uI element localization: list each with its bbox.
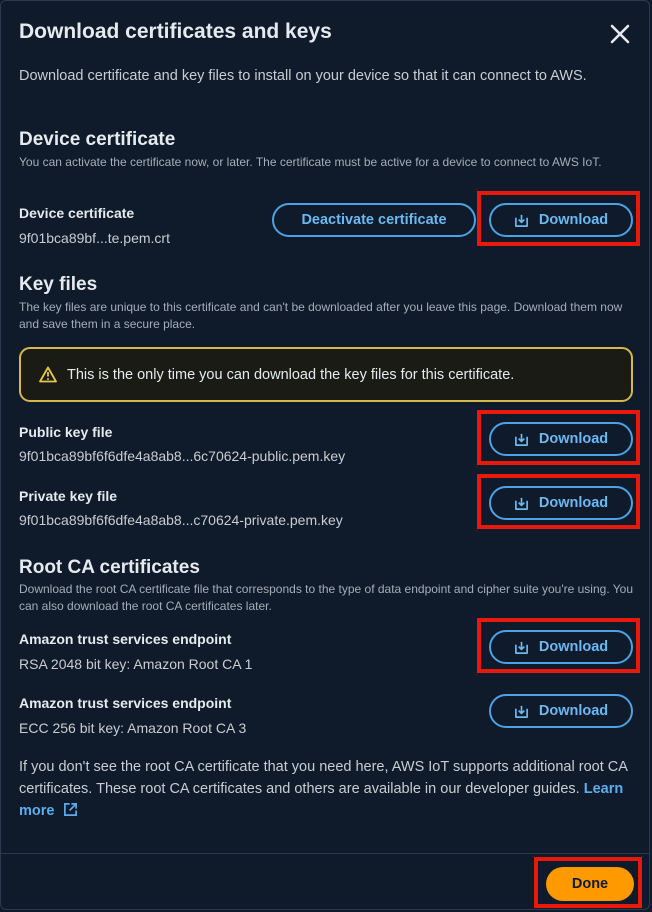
external-link-icon <box>63 802 78 824</box>
done-button[interactable]: Done <box>546 867 634 901</box>
done-label: Done <box>571 876 609 892</box>
modal-intro: Download certificate and key files to in… <box>19 68 587 84</box>
warning-alert-text: This is the only time you can download t… <box>67 366 515 383</box>
ecc-key-value: ECC 256 bit key: Amazon Root CA 3 <box>19 720 247 736</box>
device-certificate-filename: 9f01bca89bf...te.pem.crt <box>19 230 170 246</box>
deactivate-certificate-label: Deactivate certificate <box>301 212 447 228</box>
rsa-endpoint-label: Amazon trust services endpoint <box>19 631 232 647</box>
device-certificate-label: Device certificate <box>19 205 135 221</box>
key-files-warning-alert: This is the only time you can download t… <box>19 347 633 402</box>
download-label: Download <box>538 495 609 511</box>
download-icon <box>514 704 529 719</box>
warning-icon <box>39 366 57 383</box>
download-icon <box>514 496 529 511</box>
root-ca-description: Download the root CA certificate file th… <box>19 582 634 613</box>
download-private-key-button[interactable]: Download <box>489 486 633 520</box>
download-label: Download <box>538 212 609 228</box>
download-icon <box>514 213 529 228</box>
public-key-filename: 9f01bca89bf6f6dfe4a8ab8...6c70624-public… <box>19 448 346 464</box>
root-ca-footer-text: If you don't see the root CA certificate… <box>19 759 628 797</box>
private-key-label: Private key file <box>19 488 118 504</box>
deactivate-certificate-button[interactable]: Deactivate certificate <box>272 203 476 237</box>
rsa-key-value: RSA 2048 bit key: Amazon Root CA 1 <box>19 656 253 672</box>
footer-divider <box>1 853 649 854</box>
download-certificates-modal: Download certificates and keys Download … <box>0 0 650 910</box>
download-public-key-button[interactable]: Download <box>489 422 633 456</box>
private-key-filename: 9f01bca89bf6f6dfe4a8ab8...c70624-private… <box>19 512 343 528</box>
device-certificate-heading: Device certificate <box>19 129 176 150</box>
download-icon <box>514 640 529 655</box>
modal-title: Download certificates and keys <box>19 20 332 43</box>
download-label: Download <box>538 639 609 655</box>
device-certificate-description: You can activate the certificate now, or… <box>19 155 602 169</box>
download-rsa-root-ca-button[interactable]: Download <box>489 630 633 664</box>
download-label: Download <box>538 431 609 447</box>
key-files-heading: Key files <box>19 274 98 295</box>
download-label: Download <box>538 703 609 719</box>
root-ca-footer: If you don't see the root CA certificate… <box>19 756 634 824</box>
root-ca-heading: Root CA certificates <box>19 557 200 578</box>
key-files-description: The key files are unique to this certifi… <box>19 300 623 331</box>
close-icon[interactable] <box>607 21 633 47</box>
download-device-certificate-button[interactable]: Download <box>489 203 633 237</box>
public-key-label: Public key file <box>19 424 113 440</box>
ecc-endpoint-label: Amazon trust services endpoint <box>19 695 232 711</box>
download-ecc-root-ca-button[interactable]: Download <box>489 694 633 728</box>
download-icon <box>514 432 529 447</box>
